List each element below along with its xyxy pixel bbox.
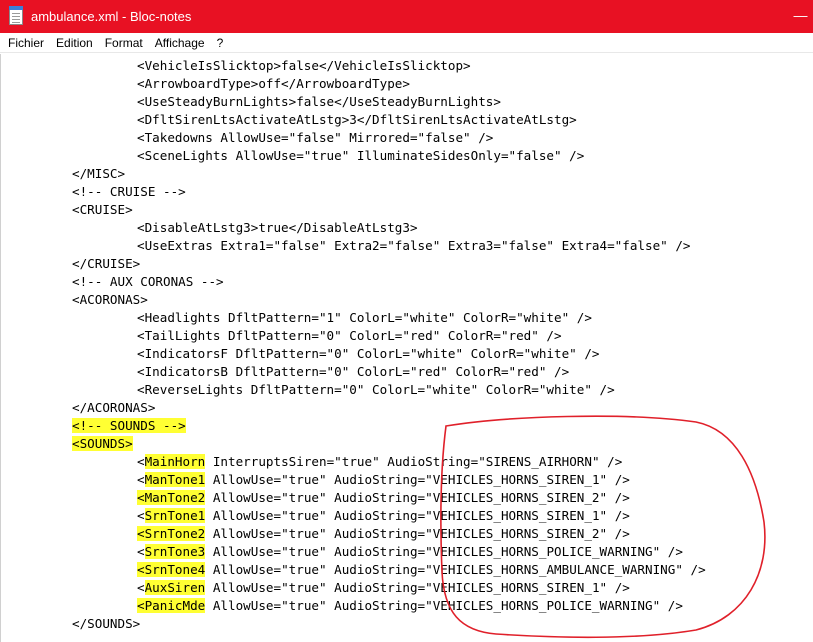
code-text: AllowUse="true" AudioString="VEHICLES_HO… [205,598,683,613]
code-line: <SceneLights AllowUse="true" IlluminateS… [137,147,584,165]
code-line: <ArrowboardType>off</ArrowboardType> [137,75,410,93]
code-line: </ACORONAS> [72,399,155,417]
code-text: AllowUse="true" AudioString="VEHICLES_HO… [205,526,630,541]
code-line: <ReverseLights DfltPattern="0" ColorL="w… [137,381,615,399]
highlighted-text: SrnTone3 [144,544,206,559]
code-text: <IndicatorsB DfltPattern="0" ColorL="red… [137,364,570,379]
window-title: ambulance.xml - Bloc-notes [31,9,192,24]
code-line: <MainHorn InterruptsSiren="true" AudioSt… [137,453,622,471]
code-line: <!-- SOUNDS --> [72,417,186,435]
code-text: <UseSteadyBurnLights>false</UseSteadyBur… [137,94,501,109]
notepad-icon [9,6,23,25]
code-text: < [137,454,145,469]
menu-bar: Fichier Edition Format Affichage ? [0,33,813,53]
highlighted-text: <PanicMde [137,598,206,613]
code-line: <UseExtras Extra1="false" Extra2="false"… [137,237,691,255]
code-line: <VehicleIsSlicktop>false</VehicleIsSlick… [137,57,471,75]
code-text: < [137,580,145,595]
code-text: <DisableAtLstg3>true</DisableAtLstg3> [137,220,418,235]
code-text: < [137,544,145,559]
code-text: AllowUse="true" AudioString="VEHICLES_HO… [205,562,706,577]
code-line: <Takedowns AllowUse="false" Mirrored="fa… [137,129,493,147]
code-line: <ManTone1 AllowUse="true" AudioString="V… [137,471,630,489]
menu-edition[interactable]: Edition [50,33,99,53]
code-text: </ACORONAS> [72,400,156,415]
code-line: </CRUISE> [72,255,140,273]
code-line: <IndicatorsB DfltPattern="0" ColorL="red… [137,363,569,381]
code-line: <DisableAtLstg3>true</DisableAtLstg3> [137,219,418,237]
code-line: <!-- CRUISE --> [72,183,186,201]
code-line: <CRUISE> [72,201,133,219]
code-line: <!-- AUX CORONAS --> [72,273,224,291]
code-text: < [137,472,145,487]
highlighted-text: <SOUNDS> [72,436,133,451]
code-text: <UseExtras Extra1="false" Extra2="false"… [137,238,691,253]
highlighted-text: <ManTone2 [137,490,206,505]
code-line: <SOUNDS> [72,435,133,453]
code-text: <!-- AUX CORONAS --> [72,274,224,289]
code-text: </CRUISE> [72,256,141,271]
highlighted-text: ManTone1 [144,472,206,487]
highlighted-text: SrnTone1 [144,508,206,523]
code-text: <SceneLights AllowUse="true" IlluminateS… [137,148,585,163]
code-text: AllowUse="true" AudioString="VEHICLES_HO… [205,580,630,595]
code-text: AllowUse="true" AudioString="VEHICLES_HO… [205,544,683,559]
highlighted-text: <SrnTone4 [137,562,206,577]
code-text: AllowUse="true" AudioString="VEHICLES_HO… [205,472,630,487]
title-bar[interactable]: ambulance.xml - Bloc-notes — [0,0,813,33]
code-text: </MISC> [72,166,126,181]
code-line: <DfltSirenLtsActivateAtLstg>3</DfltSiren… [137,111,577,129]
code-text: <ACORONAS> [72,292,148,307]
code-line: <SrnTone3 AllowUse="true" AudioString="V… [137,543,683,561]
code-text: <CRUISE> [72,202,133,217]
code-text: <ArrowboardType>off</ArrowboardType> [137,76,410,91]
code-text: <!-- CRUISE --> [72,184,186,199]
text-editor-area[interactable]: <VehicleIsSlicktop>false</VehicleIsSlick… [0,54,813,642]
code-text: </SOUNDS> [72,616,141,631]
code-text: InterruptsSiren="true" AudioString="SIRE… [205,454,623,469]
minimize-button[interactable]: — [788,0,813,33]
highlighted-text: AuxSiren [144,580,206,595]
code-line: <Headlights DfltPattern="1" ColorL="whit… [137,309,592,327]
code-text: AllowUse="true" AudioString="VEHICLES_HO… [205,508,630,523]
code-line: <TailLights DfltPattern="0" ColorL="red"… [137,327,562,345]
highlighted-text: <!-- SOUNDS --> [72,418,186,433]
code-line: <ACORONAS> [72,291,148,309]
highlighted-text: MainHorn [144,454,206,469]
code-text: <VehicleIsSlicktop>false</VehicleIsSlick… [137,58,471,73]
code-line: <PanicMde AllowUse="true" AudioString="V… [137,597,683,615]
code-line: <UseSteadyBurnLights>false</UseSteadyBur… [137,93,501,111]
menu-affichage[interactable]: Affichage [149,33,211,53]
code-text: <Takedowns AllowUse="false" Mirrored="fa… [137,130,494,145]
code-line: <IndicatorsF DfltPattern="0" ColorL="whi… [137,345,600,363]
code-line: <ManTone2 AllowUse="true" AudioString="V… [137,489,630,507]
code-line: <SrnTone4 AllowUse="true" AudioString="V… [137,561,706,579]
code-line: </SOUNDS> [72,615,140,633]
code-text: AllowUse="true" AudioString="VEHICLES_HO… [205,490,630,505]
code-text: < [137,508,145,523]
code-line: <AuxSiren AllowUse="true" AudioString="V… [137,579,630,597]
code-text: <IndicatorsF DfltPattern="0" ColorL="whi… [137,346,600,361]
code-line: <SrnTone1 AllowUse="true" AudioString="V… [137,507,630,525]
code-text: <TailLights DfltPattern="0" ColorL="red"… [137,328,562,343]
code-text: <Headlights DfltPattern="1" ColorL="whit… [137,310,592,325]
code-text: <ReverseLights DfltPattern="0" ColorL="w… [137,382,615,397]
menu-help[interactable]: ? [211,33,230,53]
menu-fichier[interactable]: Fichier [2,33,50,53]
menu-format[interactable]: Format [99,33,149,53]
code-text: <DfltSirenLtsActivateAtLstg>3</DfltSiren… [137,112,577,127]
code-line: <SrnTone2 AllowUse="true" AudioString="V… [137,525,630,543]
code-line: </MISC> [72,165,125,183]
highlighted-text: <SrnTone2 [137,526,206,541]
